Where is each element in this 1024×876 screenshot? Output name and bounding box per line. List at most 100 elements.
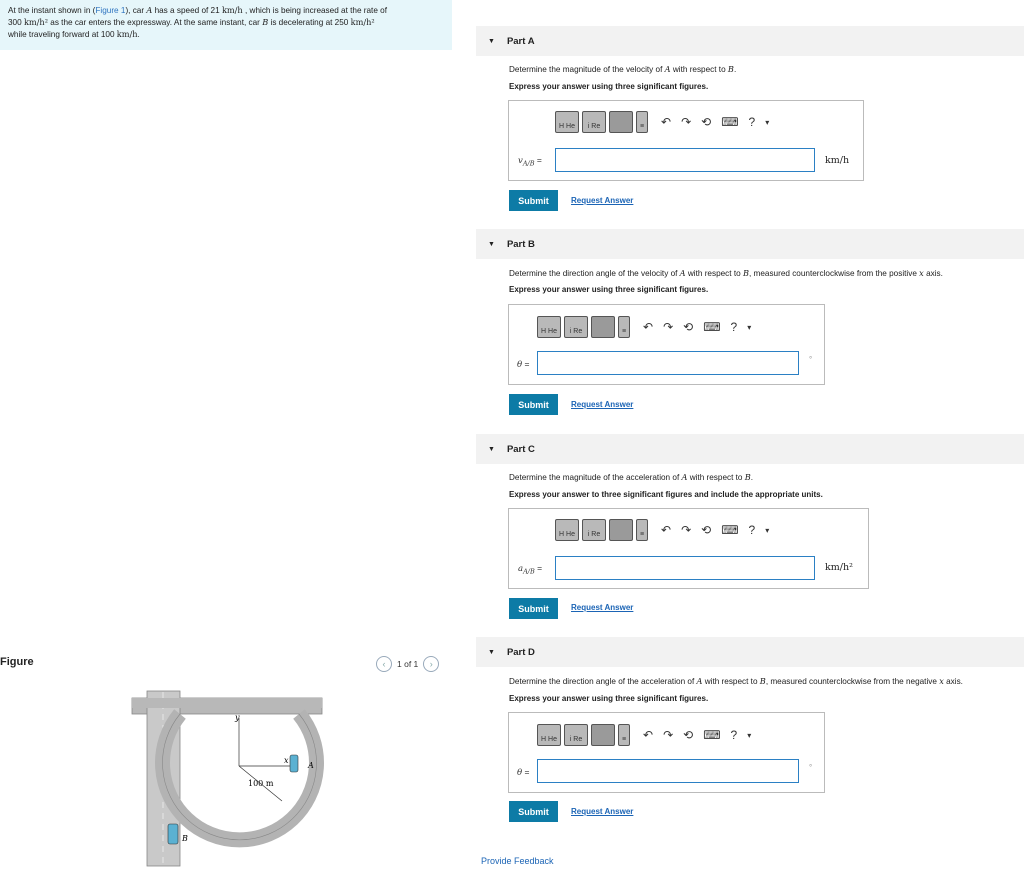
undo-icon[interactable]: ↶ (661, 115, 671, 129)
request-answer-link[interactable]: Request Answer (571, 603, 633, 612)
template-button[interactable]: ≡ (636, 519, 648, 541)
math-sub: A/B (522, 159, 535, 168)
toolbar-icons: ↶ ↷ ⟲ ⌨ ? ▾ (643, 320, 751, 334)
template-button[interactable] (591, 724, 615, 746)
equals: = (522, 359, 530, 369)
part-d-header[interactable]: ▼ Part D (476, 637, 1024, 667)
part-a-instruction: Express your answer using three signific… (509, 82, 709, 91)
template-button[interactable]: H He (537, 316, 561, 338)
toolbar-icons: ↶ ↷ ⟲ ⌨ ? ▾ (643, 728, 751, 742)
redo-icon[interactable]: ↷ (663, 728, 673, 742)
keyboard-icon[interactable]: ⌨ (721, 523, 738, 537)
text: with respect to (702, 677, 760, 686)
part-d-question: Determine the direction angle of the acc… (509, 676, 963, 686)
text: axis. (923, 269, 943, 278)
part-b-title: Part B (506, 238, 535, 250)
answer-input[interactable] (537, 351, 799, 375)
help-icon[interactable]: ? (731, 728, 738, 742)
submit-button[interactable]: Submit (509, 598, 558, 619)
math-sub: A/B (523, 567, 535, 576)
request-answer-link[interactable]: Request Answer (571, 807, 633, 816)
keyboard-icon[interactable]: ⌨ (721, 115, 738, 129)
submit-button[interactable]: Submit (509, 394, 558, 415)
text: . (733, 65, 737, 74)
reset-icon[interactable]: ⟲ (683, 320, 693, 334)
text: Determine the direction angle of the acc… (509, 677, 697, 686)
var-label: vA/B = (518, 155, 542, 168)
undo-icon[interactable]: ↶ (643, 728, 653, 742)
template-button[interactable]: i Re (582, 111, 606, 133)
template-button[interactable]: ≡ (636, 111, 648, 133)
answer-input[interactable] (555, 556, 815, 580)
more-icon[interactable]: ▾ (765, 118, 769, 127)
help-icon[interactable]: ? (731, 320, 738, 334)
text: ), car (125, 6, 147, 15)
var-label: θ = (517, 767, 529, 778)
more-icon[interactable]: ▾ (765, 526, 769, 535)
template-button[interactable] (609, 519, 633, 541)
more-icon[interactable]: ▾ (747, 323, 751, 332)
unit-label: km/h (825, 155, 850, 166)
template-button[interactable]: H He (555, 111, 579, 133)
template-button[interactable] (591, 316, 615, 338)
math-unit: km/h² (23, 16, 48, 27)
label-b: B (181, 834, 188, 843)
redo-icon[interactable]: ↷ (681, 115, 691, 129)
part-b-header[interactable]: ▼ Part B (476, 229, 1024, 259)
part-d-title: Part D (506, 646, 535, 658)
equals: = (522, 767, 530, 777)
problem-line-1: At the instant shown in (Figure 1), car … (8, 5, 444, 17)
reset-icon[interactable]: ⟲ (701, 115, 711, 129)
submit-button[interactable]: Submit (509, 190, 558, 211)
text: , measured counterclockwise from the neg… (765, 677, 940, 686)
template-button[interactable]: H He (537, 724, 561, 746)
part-b-instruction: Express your answer using three signific… (509, 285, 709, 294)
help-icon[interactable]: ? (749, 523, 756, 537)
request-answer-link[interactable]: Request Answer (571, 400, 633, 409)
part-c-answer-box: H He i Re ≡ ↶ ↷ ⟲ ⌨ ? ▾ aA/B = km/h² (508, 508, 869, 589)
part-c-title: Part C (506, 443, 535, 455)
toolbar-icons: ↶ ↷ ⟲ ⌨ ? ▾ (661, 523, 769, 537)
text: At the instant shown in ( (8, 6, 96, 15)
redo-icon[interactable]: ↷ (663, 320, 673, 334)
submit-button[interactable]: Submit (509, 801, 558, 822)
template-button[interactable]: i Re (582, 519, 606, 541)
more-icon[interactable]: ▾ (747, 731, 751, 740)
car-a (289, 754, 299, 773)
part-a-header[interactable]: ▼ Part A (476, 26, 1024, 56)
reset-icon[interactable]: ⟲ (701, 523, 711, 537)
figure-link[interactable]: Figure 1 (95, 6, 125, 15)
keyboard-icon[interactable]: ⌨ (703, 320, 720, 334)
text: with respect to (687, 473, 745, 482)
request-answer-link[interactable]: Request Answer (571, 196, 633, 205)
toolbar-icons: ↶ ↷ ⟲ ⌨ ? ▾ (661, 115, 769, 129)
answer-input[interactable] (537, 759, 799, 783)
help-icon[interactable]: ? (749, 115, 756, 129)
text: , measured counterclockwise from the pos… (748, 269, 920, 278)
text: . (137, 29, 140, 39)
part-c-question: Determine the magnitude of the accelerat… (509, 472, 753, 482)
collapse-icon: ▼ (488, 240, 495, 248)
prev-figure-button[interactable]: ‹ (376, 656, 392, 672)
math-toolbar: H He i Re ≡ ↶ ↷ ⟲ ⌨ ? ▾ (555, 519, 769, 541)
template-button[interactable] (609, 111, 633, 133)
undo-icon[interactable]: ↶ (643, 320, 653, 334)
reset-icon[interactable]: ⟲ (683, 728, 693, 742)
template-button[interactable]: i Re (564, 724, 588, 746)
text: with respect to (685, 269, 743, 278)
label-radius: 100 m (248, 779, 274, 788)
template-button[interactable]: ≡ (618, 724, 630, 746)
template-button[interactable]: i Re (564, 316, 588, 338)
template-button[interactable]: H He (555, 519, 579, 541)
template-button[interactable]: ≡ (618, 316, 630, 338)
answer-input[interactable] (555, 148, 815, 172)
redo-icon[interactable]: ↷ (681, 523, 691, 537)
next-figure-button[interactable]: › (423, 656, 440, 672)
part-c-instruction: Express your answer to three significant… (509, 490, 823, 499)
keyboard-icon[interactable]: ⌨ (703, 728, 720, 742)
provide-feedback-link[interactable]: Provide Feedback (481, 856, 554, 866)
text: axis. (943, 677, 963, 686)
part-c-header[interactable]: ▼ Part C (476, 434, 1024, 464)
undo-icon[interactable]: ↶ (661, 523, 671, 537)
problem-line-3: while traveling forward at 100 km/h. (8, 29, 444, 41)
